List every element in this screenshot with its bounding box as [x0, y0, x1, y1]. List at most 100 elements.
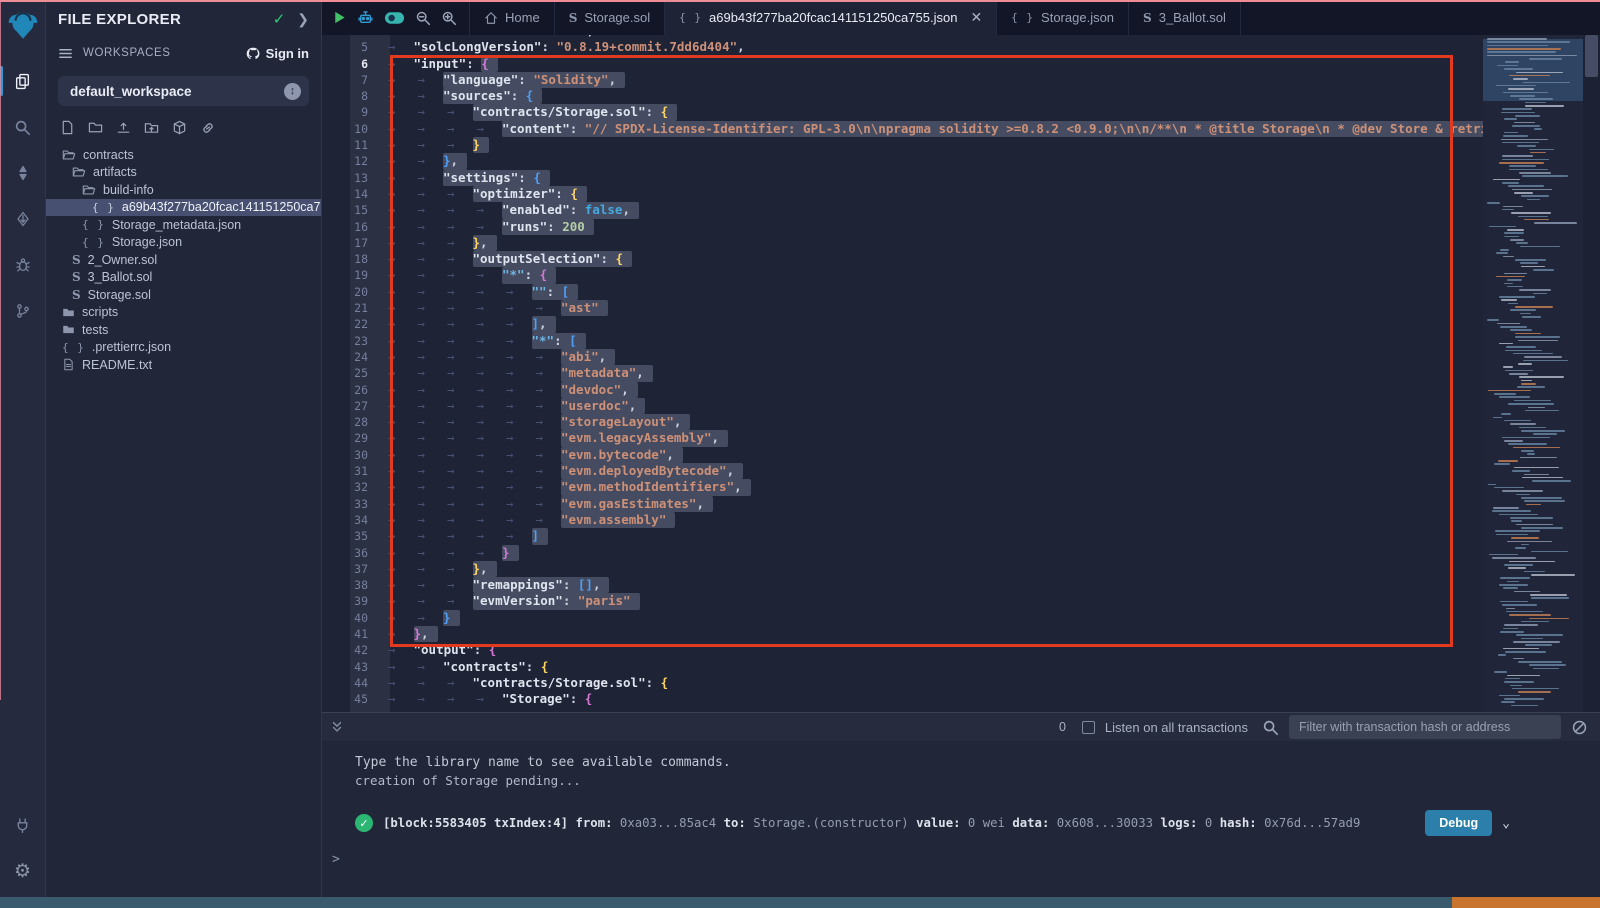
- code-line-39[interactable]: 39→→→"evmVersion": "paris": [322, 593, 1483, 609]
- tree-item-contracts[interactable]: contracts: [46, 146, 321, 164]
- transaction-filter-input[interactable]: [1289, 715, 1561, 739]
- code-line-5[interactable]: 5→"solcLongVersion": "0.8.19+commit.7dd6…: [322, 39, 1483, 55]
- zoom-out-button[interactable]: [415, 10, 431, 26]
- new-file-icon[interactable]: [60, 120, 75, 136]
- code-line-14[interactable]: 14→→→"optimizer": {: [322, 186, 1483, 202]
- code-line-11[interactable]: 11→→→}: [322, 137, 1483, 153]
- code-editor[interactable]: 4→"solcVersion": "0.8.19",5→"solcLongVer…: [322, 35, 1600, 712]
- code-line-18[interactable]: 18→→→"outputSelection": {: [322, 251, 1483, 267]
- code-line-16[interactable]: 16→→→→"runs": 200: [322, 219, 1483, 235]
- editor-minimap[interactable]: [1483, 35, 1583, 712]
- clear-console-icon[interactable]: [1571, 719, 1588, 736]
- code-line-10[interactable]: 10→→→→"content": "// SPDX-License-Identi…: [322, 121, 1483, 137]
- rail-file-explorer-icon[interactable]: [0, 58, 46, 104]
- tab-home[interactable]: Home: [470, 0, 555, 35]
- accept-check-icon[interactable]: ✓: [273, 10, 286, 28]
- code-line-29[interactable]: 29→→→→→→"evm.legacyAssembly",: [322, 430, 1483, 446]
- zoom-in-button[interactable]: [441, 10, 457, 26]
- code-line-24[interactable]: 24→→→→→→"abi",: [322, 349, 1483, 365]
- tree-item-scripts[interactable]: scripts: [46, 304, 321, 322]
- code-line-41[interactable]: 41→},: [322, 626, 1483, 642]
- play-button[interactable]: [332, 10, 347, 25]
- tree-item-storage-metadata-json[interactable]: { }Storage_metadata.json: [46, 216, 321, 234]
- scam-alert-badge[interactable]: [1452, 897, 1600, 908]
- code-line-26[interactable]: 26→→→→→→"devdoc",: [322, 382, 1483, 398]
- tree-item-storage-json[interactable]: { }Storage.json: [46, 234, 321, 252]
- code-line-33[interactable]: 33→→→→→→"evm.gasEstimates",: [322, 496, 1483, 512]
- code-line-17[interactable]: 17→→→},: [322, 235, 1483, 251]
- transaction-log-row[interactable]: ✓ [block:5583405 txIndex:4] from: 0xa03.…: [355, 810, 1510, 836]
- tree-item--prettierrc-json[interactable]: { }.prettierrc.json: [46, 339, 321, 357]
- remix-logo-icon[interactable]: [4, 6, 42, 44]
- tree-item-readme-txt[interactable]: README.txt: [46, 356, 321, 374]
- tab-close-icon[interactable]: ✕: [970, 9, 982, 26]
- code-line-15[interactable]: 15→→→→"enabled": false,: [322, 202, 1483, 218]
- link-icon[interactable]: [200, 120, 216, 136]
- tree-item-3-ballot-sol[interactable]: S3_Ballot.sol: [46, 269, 321, 287]
- terminal-search-icon[interactable]: [1262, 719, 1279, 736]
- code-line-19[interactable]: 19→→→→"*": {: [322, 267, 1483, 283]
- rail-plugin-manager-icon[interactable]: [0, 802, 46, 848]
- tree-item-artifacts[interactable]: artifacts: [46, 164, 321, 182]
- code-line-23[interactable]: 23→→→→→"*": [: [322, 333, 1483, 349]
- code-line-9[interactable]: 9→→→"contracts/Storage.sol": {: [322, 104, 1483, 120]
- code-line-31[interactable]: 31→→→→→→"evm.deployedBytecode",: [322, 463, 1483, 479]
- scrollbar-thumb[interactable]: [1585, 35, 1598, 77]
- workspace-select[interactable]: default_workspace ↕: [58, 76, 309, 106]
- code-line-35[interactable]: 35→→→→→]: [322, 528, 1483, 544]
- tab-3-ballot-sol[interactable]: S3_Ballot.sol: [1129, 0, 1241, 35]
- code-line-13[interactable]: 13→→"settings": {: [322, 170, 1483, 186]
- code-line-7[interactable]: 7→→"language": "Solidity",: [322, 72, 1483, 88]
- code-line-44[interactable]: 44→→→"contracts/Storage.sol": {: [322, 675, 1483, 691]
- tab-a69b43f277ba20fcac141151250ca755-json[interactable]: { }a69b43f277ba20fcac141151250ca755.json…: [665, 0, 997, 35]
- code-line-43[interactable]: 43→→"contracts": {: [322, 659, 1483, 675]
- panel-chevron-right-icon[interactable]: ❯: [297, 11, 309, 28]
- load-cube-icon[interactable]: [172, 120, 187, 136]
- listen-all-checkbox[interactable]: [1082, 721, 1095, 734]
- rail-search-icon[interactable]: [0, 104, 46, 150]
- tab-storage-sol[interactable]: SStorage.sol: [555, 0, 665, 35]
- code-line-42[interactable]: 42→"output": {: [322, 642, 1483, 658]
- tree-item-build-info[interactable]: build-info: [46, 181, 321, 199]
- workspace-menu-icon[interactable]: [58, 46, 73, 61]
- tree-item-2-owner-sol[interactable]: S2_Owner.sol: [46, 251, 321, 269]
- code-line-28[interactable]: 28→→→→→→"storageLayout",: [322, 414, 1483, 430]
- code-line-20[interactable]: 20→→→→→"": [: [322, 284, 1483, 300]
- code-line-21[interactable]: 21→→→→→→"ast": [322, 300, 1483, 316]
- editor-code[interactable]: 4→"solcVersion": "0.8.19",5→"solcLongVer…: [322, 35, 1483, 712]
- code-line-8[interactable]: 8→→"sources": {: [322, 88, 1483, 104]
- debug-button[interactable]: Debug: [1425, 810, 1492, 836]
- rail-deploy-and-run-icon[interactable]: [0, 196, 46, 242]
- rail-settings-icon[interactable]: ⚙: [0, 848, 46, 894]
- code-line-25[interactable]: 25→→→→→→"metadata",: [322, 365, 1483, 381]
- tree-item-tests[interactable]: tests: [46, 321, 321, 339]
- editor-scrollbar[interactable]: [1583, 35, 1600, 712]
- code-line-37[interactable]: 37→→→},: [322, 561, 1483, 577]
- tree-item-storage-sol[interactable]: SStorage.sol: [46, 286, 321, 304]
- code-line-32[interactable]: 32→→→→→→"evm.methodIdentifiers",: [322, 479, 1483, 495]
- code-line-22[interactable]: 22→→→→→],: [322, 316, 1483, 332]
- terminal-console[interactable]: Type the library name to see available c…: [322, 741, 1600, 897]
- terminal-prompt[interactable]: >: [332, 852, 1600, 867]
- code-line-30[interactable]: 30→→→→→→"evm.bytecode",: [322, 447, 1483, 463]
- rail-debugger-icon[interactable]: [0, 242, 46, 288]
- rail-git-icon[interactable]: [0, 288, 46, 334]
- code-line-27[interactable]: 27→→→→→→"userdoc",: [322, 398, 1483, 414]
- tx-expand-chevron-icon[interactable]: ⌄: [1502, 816, 1510, 831]
- toggle-button[interactable]: [384, 11, 405, 25]
- ai-robot-button[interactable]: [357, 9, 374, 26]
- code-line-6[interactable]: 6→"input": {: [322, 56, 1483, 72]
- new-folder-icon[interactable]: [88, 120, 103, 136]
- code-line-34[interactable]: 34→→→→→→"evm.assembly": [322, 512, 1483, 528]
- code-line-38[interactable]: 38→→→"remappings": [],: [322, 577, 1483, 593]
- github-sign-in-button[interactable]: Sign in: [245, 46, 309, 61]
- code-line-45[interactable]: 45→→→→"Storage": {: [322, 691, 1483, 707]
- tab-storage-json[interactable]: { }Storage.json: [997, 0, 1129, 35]
- code-line-40[interactable]: 40→→}: [322, 610, 1483, 626]
- tree-item-a69b43f277ba20fcac141151250ca7-[interactable]: { }a69b43f277ba20fcac141151250ca7...: [46, 199, 321, 217]
- code-line-36[interactable]: 36→→→→}: [322, 545, 1483, 561]
- terminal-collapse-icon[interactable]: [330, 720, 344, 734]
- rail-solidity-compiler-icon[interactable]: [0, 150, 46, 196]
- upload-file-icon[interactable]: [116, 120, 131, 136]
- code-line-12[interactable]: 12→→},: [322, 153, 1483, 169]
